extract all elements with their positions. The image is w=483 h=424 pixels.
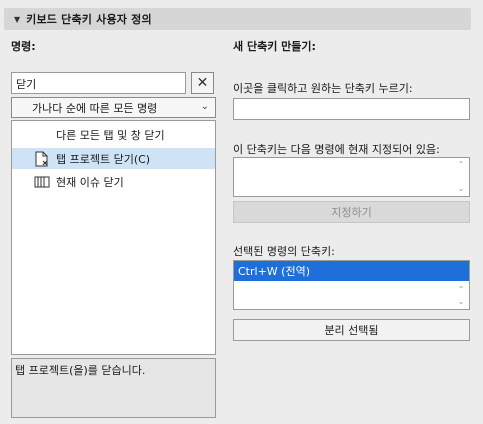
assigned-commands-list[interactable]: ⌃ ⌄ (233, 157, 470, 197)
shortcut-item-selected[interactable]: Ctrl+W (전역) (234, 261, 469, 281)
description-text: 탭 프로젝트(을)를 닫습니다. (15, 364, 146, 377)
scroll-down-icon[interactable]: ⌄ (456, 297, 466, 307)
search-input-value: 닫기 (16, 78, 37, 91)
list-item[interactable]: 다른 모든 탭 및 창 닫기 (12, 124, 215, 145)
panel-title: 키보드 단축키 사용자 정의 (26, 13, 152, 26)
shortcuts-list[interactable]: Ctrl+W (전역) ⌃ ⌄ (233, 260, 470, 310)
collapse-triangle-icon[interactable]: ▼ (14, 15, 20, 24)
scroll-down-icon[interactable]: ⌄ (456, 184, 466, 194)
list-item-label: 탭 프로젝트 닫기(C) (56, 152, 151, 166)
assigned-to-label: 이 단축키는 다음 명령에 현재 지정되어 있음: (233, 143, 440, 156)
document-close-icon (34, 151, 50, 167)
selected-command-shortcuts-label: 선택된 명령의 단축키: (233, 245, 335, 258)
remove-button-label: 분리 선택됨 (324, 324, 379, 337)
remove-selected-button[interactable]: 분리 선택됨 (233, 319, 470, 341)
list-item-label: 현재 이슈 닫기 (56, 175, 124, 189)
clear-search-button[interactable]: ✕ (191, 72, 214, 94)
list-item-selected[interactable]: 탭 프로젝트 닫기(C) (12, 148, 215, 169)
issue-list-icon (34, 174, 50, 190)
command-description: 탭 프로젝트(을)를 닫습니다. (11, 358, 216, 418)
sort-select-value: 가나다 순에 따른 모든 명령 (32, 101, 158, 115)
assign-button[interactable]: 지정하기 (233, 201, 470, 223)
shortcut-capture-field[interactable] (233, 98, 470, 120)
scroll-up-icon[interactable]: ⌃ (456, 160, 466, 170)
scroll-up-icon[interactable]: ⌃ (456, 285, 466, 295)
command-search-input[interactable]: 닫기 (11, 72, 186, 94)
command-list[interactable]: 다른 모든 탭 및 창 닫기 탭 프로젝트 닫기(C) 현재 이슈 닫기 (11, 120, 216, 355)
panel-header[interactable]: ▼ 키보드 단축키 사용자 정의 (4, 8, 471, 30)
list-item-label: 다른 모든 탭 및 창 닫기 (56, 128, 165, 142)
close-icon: ✕ (196, 75, 209, 91)
new-shortcut-label: 새 단축키 만들기: (233, 40, 316, 53)
commands-label: 명령: (11, 40, 36, 53)
chevron-down-icon: ⌄ (200, 101, 209, 112)
shortcut-item-label: Ctrl+W (전역) (238, 265, 310, 278)
sort-order-select[interactable]: 가나다 순에 따른 모든 명령 ⌄ (11, 97, 216, 118)
assign-button-label: 지정하기 (331, 206, 372, 219)
list-item[interactable]: 현재 이슈 닫기 (12, 171, 215, 192)
press-shortcut-label: 이곳을 클릭하고 원하는 단축키 누르기: (233, 82, 413, 95)
